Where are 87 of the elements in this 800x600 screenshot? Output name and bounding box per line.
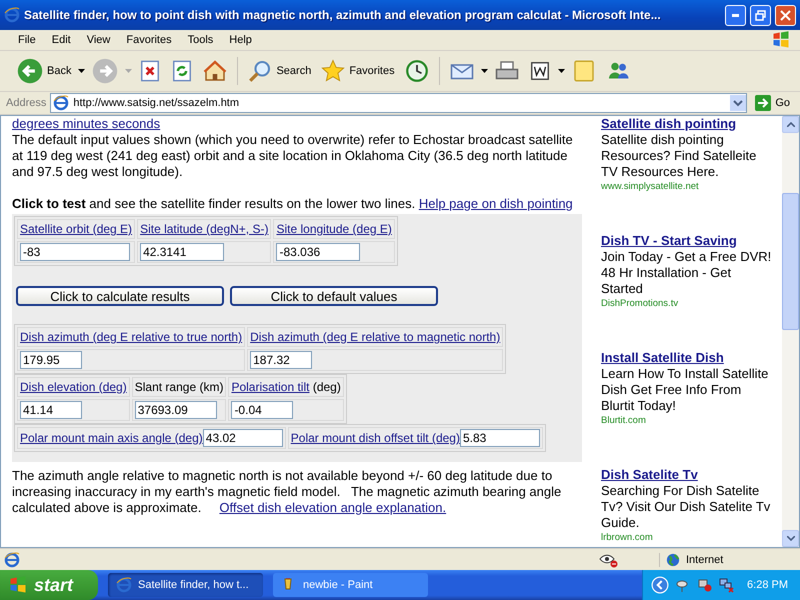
restore-button[interactable] <box>750 4 771 26</box>
close-icon <box>780 10 791 20</box>
document-w-icon <box>528 60 551 82</box>
dropdown-caret-icon <box>558 69 565 73</box>
browser-e-icon <box>4 7 20 23</box>
degrees-link[interactable]: degrees minutes seconds <box>12 116 160 131</box>
start-button[interactable]: start <box>0 570 98 600</box>
network-blocked-icon <box>697 577 714 593</box>
scroll-up-button[interactable] <box>782 116 799 133</box>
ad-title-link[interactable]: Install Satellite Dish <box>601 350 776 366</box>
stop-icon <box>139 60 162 82</box>
ad-text: Searching For Dish Satelite Tv? Visit Our Dish Satelite Tv Guide. <box>601 483 772 531</box>
result-field[interactable]: 5.83 <box>460 429 540 447</box>
menu-item[interactable]: View <box>78 34 118 46</box>
ad-title-link[interactable]: Dish Satelite Tv <box>601 467 776 483</box>
dropdown-caret-icon <box>78 69 86 73</box>
browser-e-icon <box>53 95 70 111</box>
right-arrow-icon <box>755 95 772 111</box>
result-field[interactable]: 179.95 <box>20 351 82 369</box>
go-button[interactable]: Go <box>751 95 794 111</box>
minimize-button[interactable] <box>725 4 746 26</box>
security-zone: Internet <box>659 552 796 566</box>
note-icon <box>572 59 596 83</box>
input-field[interactable]: -83.036 <box>276 243 360 261</box>
house-icon <box>203 59 228 83</box>
dropdown-caret-icon <box>480 69 488 73</box>
dropdown-caret-icon <box>125 69 132 73</box>
result-label-link[interactable]: Polarisation tilt <box>231 380 310 394</box>
result-label: Slant range (km) <box>134 380 224 394</box>
note-paragraph: The azimuth angle relative to magnetic north is not available beyond +/- 60 deg latitude due to increasing inaccuracy in my earth's magnetic field model. The magnetic azimuth bearing angle calculated above is approximate. Offset dish elevation angle explanation. <box>12 468 562 516</box>
explanation-link[interactable]: Offset dish elevation angle explanation. <box>219 500 446 515</box>
unit-text: (deg) <box>312 380 341 394</box>
back-button[interactable]: Back <box>14 56 74 86</box>
menu-item[interactable]: Help <box>221 34 260 46</box>
clock: 6:28 PM <box>747 579 788 591</box>
ad-title-link[interactable]: Satellite dish pointing <box>601 116 776 132</box>
menu-item[interactable]: Tools <box>180 34 222 46</box>
url-text: http://www.satsig.net/ssazelm.htm <box>73 97 240 109</box>
scroll-down-button[interactable] <box>782 530 799 547</box>
window-title: Satellite finder, how to point dish with magnetic north, azimuth and elevation program calculat - Microsoft Inte... <box>24 8 662 22</box>
star-icon <box>321 59 346 83</box>
ad-url: lrbrown.com <box>601 531 654 544</box>
result-field[interactable]: 37693.09 <box>134 401 217 419</box>
result-field[interactable]: 41.14 <box>20 401 82 419</box>
form-button[interactable]: Click to default values <box>230 286 438 306</box>
test-instruction: Click to test and see the satellite finder results on the lower two lines. Help page on dish pointing <box>12 196 574 212</box>
refresh-icon <box>171 60 194 82</box>
up-caret-icon <box>786 122 794 127</box>
menu-item[interactable]: Edit <box>44 34 79 46</box>
down-caret-icon <box>786 536 794 541</box>
result-label-link[interactable]: Polar mount main axis angle (deg) <box>20 431 203 445</box>
close-button[interactable] <box>775 4 796 26</box>
form-button[interactable]: Click to calculate results <box>16 286 224 306</box>
taskbar-item[interactable]: Satellite finder, how t... <box>108 573 263 597</box>
input-field[interactable]: 42.3141 <box>140 243 224 261</box>
search-icon <box>248 59 272 83</box>
ad-url: Blurtit.com <box>601 414 647 427</box>
result-field[interactable]: 187.32 <box>250 351 312 369</box>
result-label-link[interactable]: Polar mount dish offset tilt (deg) <box>290 431 460 445</box>
taskbar-item[interactable]: newbie - Paint <box>273 573 428 597</box>
globe-icon <box>666 552 680 566</box>
browser-e-icon <box>4 552 20 568</box>
browser-e-icon <box>116 577 132 593</box>
scroll-thumb[interactable] <box>782 193 799 330</box>
ad-text: Join Today - Get a Free DVR! 48 Hr Installation - Get Started <box>601 249 772 297</box>
address-field[interactable]: http://www.satsig.net/ssazelm.htm <box>50 93 748 113</box>
restore-icon <box>755 10 766 20</box>
favorites-button[interactable]: Favorites <box>318 57 398 85</box>
result-field[interactable]: -0.04 <box>231 401 294 419</box>
ad-text: Satellite dish pointing Resources? Find Satelleite TV Resources Here. <box>601 132 758 180</box>
intro-paragraph: The default input values shown (which you need to overwrite) refer to Echostar broadcast satellite at 119 deg west (241 deg east) orbit and a site location in Oklahoma City (36.5 deg north latitude and 97.5 deg west longitude). <box>12 132 574 180</box>
result-field[interactable]: 43.02 <box>202 429 283 447</box>
windows-flag-icon <box>8 575 28 595</box>
address-label: Address <box>6 97 46 109</box>
ad-text: Learn How To Install Satellite Dish Get Free Info From Blurtit Today! <box>601 366 770 414</box>
search-button[interactable]: Search <box>245 57 314 85</box>
ad-url: www.simplysatellite.net <box>601 180 700 193</box>
minimize-icon <box>732 14 739 16</box>
ad-title-link[interactable]: Dish TV - Start Saving <box>601 233 776 249</box>
ad-url: DishPromotions.tv <box>601 297 680 310</box>
help-link[interactable]: Help page on dish pointing <box>418 196 573 211</box>
menu-item[interactable]: Favorites <box>118 34 180 46</box>
dropdown-caret-icon <box>730 95 746 111</box>
network-error-icon <box>719 577 736 593</box>
input-field[interactable]: -83 <box>20 243 130 261</box>
scrollbar[interactable] <box>782 116 799 547</box>
menu-item[interactable]: File <box>10 34 44 46</box>
